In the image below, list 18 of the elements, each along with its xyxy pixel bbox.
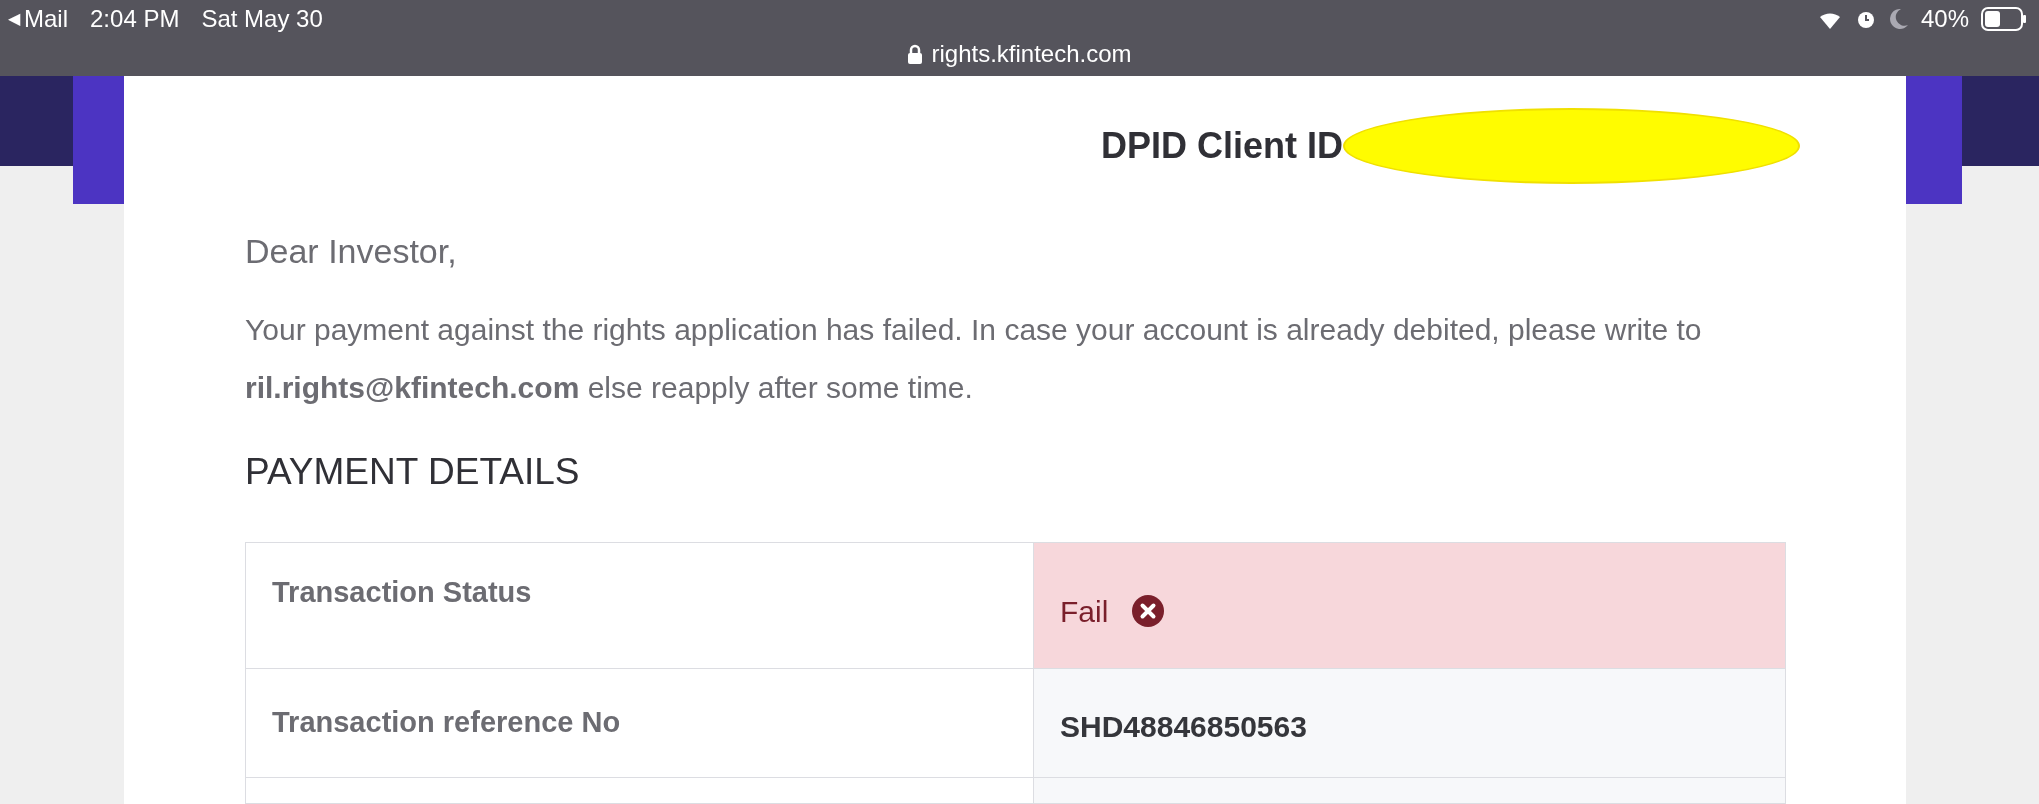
battery-percentage: 40% xyxy=(1920,4,1969,34)
section-heading: PAYMENT DETAILS xyxy=(245,450,581,494)
greeting: Dear Investor, xyxy=(245,231,458,272)
field-label: Transaction Status xyxy=(272,574,532,610)
reference-number: SHD48846850563 xyxy=(1060,709,1307,745)
battery-icon xyxy=(1981,7,2027,31)
lock-icon xyxy=(907,44,924,64)
back-arrow-icon: ◀ xyxy=(8,4,20,34)
clock-time: 2:04 PM xyxy=(90,4,180,34)
client-id-label: DPID Client ID xyxy=(1101,124,1343,168)
error-icon xyxy=(1132,595,1165,627)
moon-icon xyxy=(1888,8,1909,30)
page-url[interactable]: rights.kfintech.com xyxy=(931,36,1132,72)
back-to-app-link[interactable]: ◀ Mail xyxy=(8,4,68,34)
field-label: Transaction reference No xyxy=(272,704,621,740)
status-value: Fail xyxy=(1060,593,1109,630)
payment-message: Your payment against the rights application has failed. In case your account is already debited, please write to ril.rights@kfintech.com else reapply after some time. xyxy=(245,312,1703,406)
clock-date: Sat May 30 xyxy=(201,4,323,34)
